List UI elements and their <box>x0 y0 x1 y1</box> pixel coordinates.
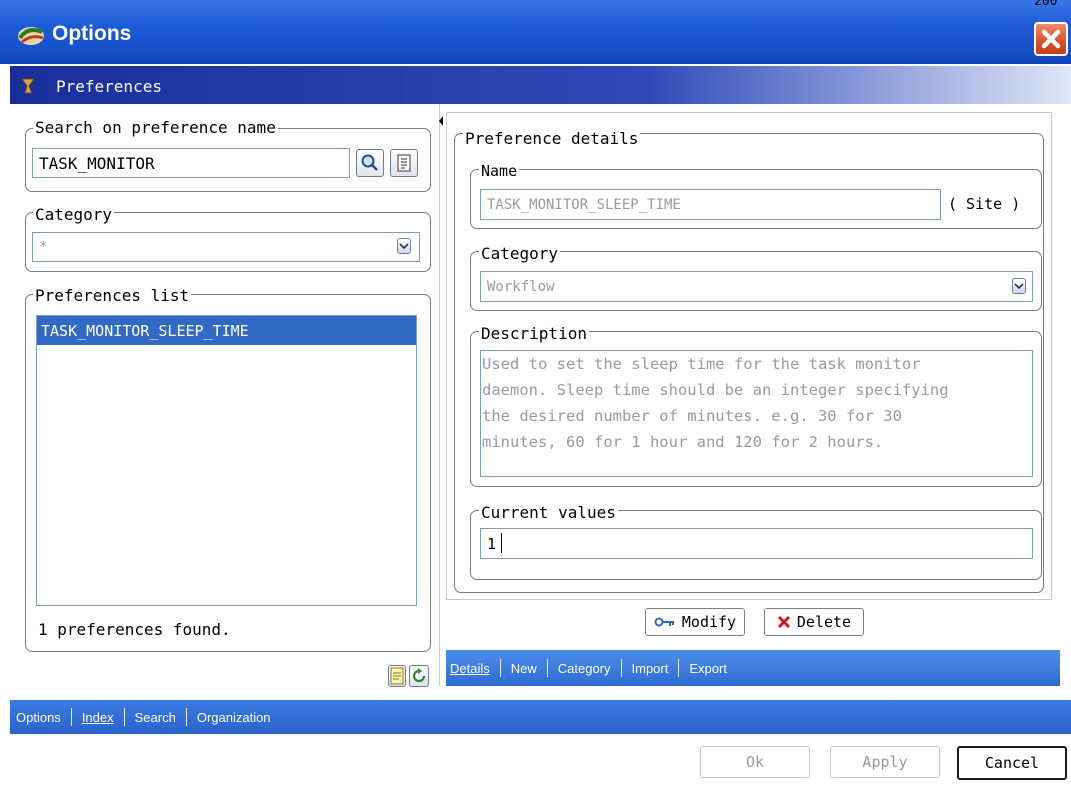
scope-label: ( Site ) <box>948 195 1021 213</box>
chevron-down-icon <box>399 243 409 250</box>
tab-index[interactable]: Index <box>72 710 124 725</box>
category-select[interactable]: Workflow <box>480 271 1033 302</box>
search-input[interactable]: TASK_MONITOR <box>32 148 350 178</box>
category-filter-legend: Category <box>33 205 115 224</box>
delete-x-icon <box>777 615 790 629</box>
category-filter-dropdown-button[interactable] <box>397 238 411 254</box>
ok-button[interactable]: Ok <box>700 746 810 778</box>
export-list-button[interactable] <box>388 665 406 687</box>
tab-options[interactable]: Options <box>10 710 71 725</box>
category-legend: Category <box>479 244 561 263</box>
tab-separator <box>620 659 622 677</box>
preferences-header-bar <box>10 66 1071 104</box>
tab-separator <box>123 708 125 726</box>
tab-separator <box>499 659 501 677</box>
splitter-arrow-icon[interactable] <box>438 114 444 128</box>
description-line: Used to set the sleep time for the task … <box>482 355 921 373</box>
description-line: the desired number of minutes. e.g. 30 f… <box>482 407 902 425</box>
modify-label: Modify <box>681 613 737 631</box>
preferences-found-status: 1 preferences found. <box>38 620 231 639</box>
refresh-button[interactable] <box>409 665 429 687</box>
tab-search[interactable]: Search <box>125 710 186 725</box>
chevron-down-icon <box>1014 283 1024 290</box>
text-cursor <box>501 533 502 553</box>
delete-button[interactable]: Delete <box>764 608 864 636</box>
tab-separator <box>185 708 187 726</box>
tab-export[interactable]: Export <box>679 661 737 676</box>
list-view-button[interactable] <box>390 149 418 177</box>
current-values-legend: Current values <box>479 503 618 522</box>
name-field[interactable]: TASK_MONITOR_SLEEP_TIME <box>480 189 941 220</box>
window-title-bar[interactable] <box>0 0 1071 64</box>
apply-button[interactable]: Apply <box>830 746 940 778</box>
key-icon <box>654 617 674 627</box>
tab-separator <box>546 659 548 677</box>
tab-details[interactable]: Details <box>446 661 500 676</box>
tab-organization[interactable]: Organization <box>187 710 281 725</box>
modify-button[interactable]: Modify <box>645 608 745 636</box>
detail-tab-bar: Details New Category Import Export <box>446 650 1060 686</box>
bottom-tab-bar: Options Index Search Organization <box>10 700 1071 734</box>
app-logo-icon <box>18 27 44 45</box>
list-item[interactable]: TASK_MONITOR_SLEEP_TIME <box>37 316 416 345</box>
tab-category[interactable]: Category <box>548 661 621 676</box>
close-icon <box>1041 29 1061 49</box>
category-dropdown-button[interactable] <box>1012 278 1026 294</box>
version-text: 200 <box>1034 0 1058 9</box>
tab-separator <box>678 659 680 677</box>
preference-details-legend: Preference details <box>463 129 641 148</box>
magnifier-icon <box>361 154 378 171</box>
cancel-button[interactable]: Cancel <box>957 746 1067 780</box>
tab-separator <box>70 708 72 726</box>
search-button[interactable] <box>356 149 384 177</box>
document-icon <box>390 667 404 685</box>
search-legend: Search on preference name <box>33 118 278 137</box>
preferences-title: Preferences <box>56 77 162 96</box>
preferences-icon <box>21 78 35 94</box>
delete-label: Delete <box>796 613 852 631</box>
window-title: Options <box>52 22 132 45</box>
close-button[interactable] <box>1034 22 1068 56</box>
refresh-icon <box>412 668 426 683</box>
name-legend: Name <box>479 162 520 180</box>
description-line: minutes, 60 for 1 hour and 120 for 2 hou… <box>482 433 884 451</box>
description-line: daemon. Sleep time should be an integer … <box>482 381 949 399</box>
description-legend: Description <box>479 324 589 343</box>
document-list-icon <box>397 154 411 172</box>
preferences-listbox[interactable] <box>36 315 417 606</box>
current-value-input[interactable]: 1 <box>480 528 1033 559</box>
tab-import[interactable]: Import <box>622 661 679 676</box>
category-filter-select[interactable]: * <box>32 232 420 262</box>
preferences-list-legend: Preferences list <box>33 286 192 305</box>
tab-new[interactable]: New <box>501 661 547 676</box>
